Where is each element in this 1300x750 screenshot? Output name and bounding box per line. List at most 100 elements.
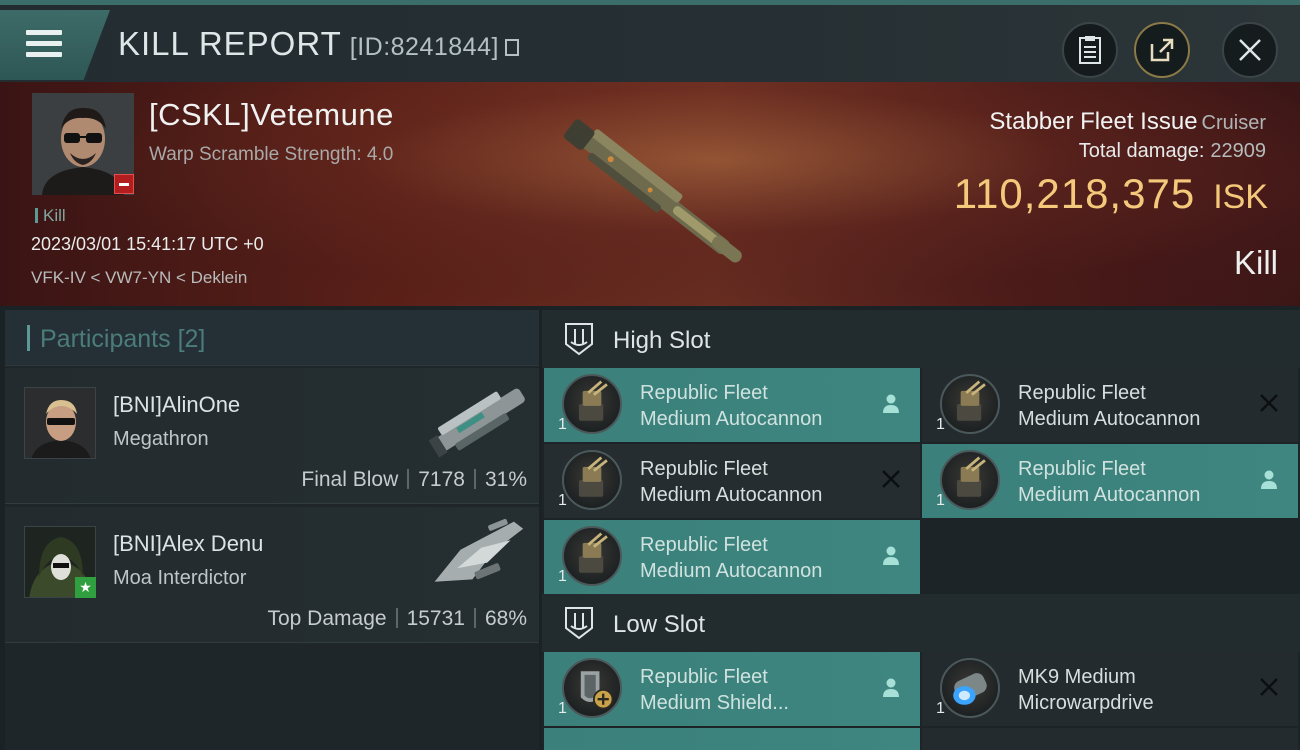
fleet-member-star-icon: ★ [75,577,96,598]
autocannon-icon [562,450,622,510]
isk-unit: ISK [1213,178,1268,216]
module-item[interactable]: 1 Republic Fleet Medium Autocannon [544,520,920,594]
isk-value: 110,218,375 [953,170,1196,217]
module-item[interactable]: 1 Republic Fleet Medium Shield... [544,652,920,726]
clipboard-icon [1079,36,1101,64]
ship-class: Cruiser [1201,112,1266,134]
kill-location[interactable]: VFK-IV < VW7-YN < Deklein [31,268,247,288]
total-damage: Total damage: 22909 [1079,140,1266,163]
participant-role: Top Damage [267,607,387,630]
isk-value-row: 110,218,375 ISK [954,170,1268,218]
autocannon-icon [940,374,1000,434]
participant-damage: 15731 [406,607,465,630]
destroyed-x-icon [1260,678,1278,696]
high-slot-icon [565,323,593,356]
total-damage-value: 22909 [1210,140,1266,162]
autocannon-icon [940,450,1000,510]
module-item[interactable]: 1 Republic Fleet Medium Autocannon [922,368,1298,442]
participant-name[interactable]: [BNI]AlinOne [113,392,240,418]
close-icon [1239,39,1261,61]
copy-id-icon[interactable] [504,39,519,56]
share-icon [1150,38,1174,62]
participant-name[interactable]: [BNI]Alex Denu [113,531,263,557]
participants-label-text: Participants [40,325,171,353]
participant-avatar[interactable] [24,387,96,459]
participants-count: [2] [177,325,206,353]
participant-ship-image [434,518,524,582]
kill-id: [ID:8241844] [349,33,499,61]
kill-result-label: Kill [1233,244,1278,281]
total-damage-label: Total damage: [1078,140,1205,162]
close-button[interactable] [1222,22,1278,78]
module-quantity: 1 [558,568,567,585]
divider [473,608,476,628]
module-name-line2: Medium Autocannon [1018,408,1201,430]
page-title: KILL REPORT [ID:8241844] [118,25,519,63]
participant-ship-image [428,388,525,458]
divider [473,469,476,489]
title-text: KILL REPORT [118,25,342,62]
high-slot-label: High Slot [613,327,711,354]
victim-name[interactable]: [CSKL]Vetemune [149,97,394,133]
participant-ship: Moa Interdictor [113,567,247,589]
module-name-line1: Republic Fleet [640,382,768,404]
destroyed-x-icon [1260,394,1278,412]
participant-row[interactable]: [BNI]AlinOne Megathron Final Blow 7178 31% [5,368,539,504]
victim-ship-name[interactable]: Stabber Fleet Issue Cruiser [989,108,1266,136]
microwarpdrive-icon [940,658,1000,718]
participant-damage: 7178 [418,468,465,491]
low-slot-icon [565,607,593,640]
module-name-line2: Microwarpdrive [1018,692,1154,714]
fittings-panel: High Slot 1 Republic Fleet Medium Autoca… [542,310,1300,750]
participant-percent: 31% [484,468,527,491]
module-item[interactable]: 1 Republic Fleet Medium Autocannon [544,444,920,518]
participant-role: Final Blow [301,468,399,491]
dropped-person-icon [883,546,899,565]
report-document-button[interactable] [1062,22,1118,78]
module-quantity: 1 [936,416,945,433]
low-slot-header: Low Slot [542,594,1300,652]
divider [395,608,398,628]
module-item[interactable]: 1 Republic Fleet Medium Autocannon [922,444,1298,518]
hostile-standing-icon [114,174,134,194]
hamburger-menu-icon [26,30,62,60]
participant-stats: Final Blow 7178 31% [301,468,527,492]
dropped-person-icon [1261,470,1277,489]
module-name-line2: Medium Shield... [640,692,789,714]
autocannon-icon [562,526,622,586]
module-quantity: 1 [936,700,945,717]
module-quantity: 1 [558,416,567,433]
portrait-icon [25,388,95,458]
dropped-person-icon [883,678,899,697]
autocannon-icon [562,374,622,434]
participant-row[interactable]: ★ [BNI]Alex Denu Moa Interdictor Top Dam… [5,507,539,643]
victim-ship-image [563,119,742,263]
module-item[interactable]: 1 MK9 Medium Microwarpdrive [922,652,1298,726]
module-name-line1: Republic Fleet [640,458,768,480]
participant-ship: Megathron [113,428,209,450]
module-quantity: 1 [558,492,567,509]
module-quantity: 1 [558,700,567,717]
module-item[interactable]: 1 Republic Fleet Medium Autocannon [544,368,920,442]
menu-button[interactable] [0,10,110,80]
module-item-partial[interactable] [922,728,1298,750]
module-name-line1: Republic Fleet [640,666,768,688]
divider [407,469,410,489]
header-bar: KILL REPORT [ID:8241844] [0,0,1300,82]
module-name-line2: Medium Autocannon [640,408,823,430]
share-button[interactable] [1134,22,1190,78]
module-quantity: 1 [936,492,945,509]
module-name-line1: Republic Fleet [1018,458,1146,480]
module-name-line1: MK9 Medium [1018,666,1136,688]
participants-empty-area [5,644,539,750]
participant-stats: Top Damage 15731 68% [267,607,527,631]
participants-panel: Participants [2] [BNI]AlinOne Megathron [5,310,539,750]
kill-timestamp: 2023/03/01 15:41:17 UTC +0 [31,234,264,254]
module-name-line2: Medium Autocannon [640,484,823,506]
low-slot-label: Low Slot [613,611,706,638]
high-slot-header: High Slot [542,310,1300,368]
victim-banner: [CSKL]Vetemune Warp Scramble Strength: 4… [0,82,1300,306]
module-item-partial[interactable] [544,728,920,750]
warp-scramble-strength: Warp Scramble Strength: 4.0 [149,144,394,165]
dropped-person-icon [883,394,899,413]
